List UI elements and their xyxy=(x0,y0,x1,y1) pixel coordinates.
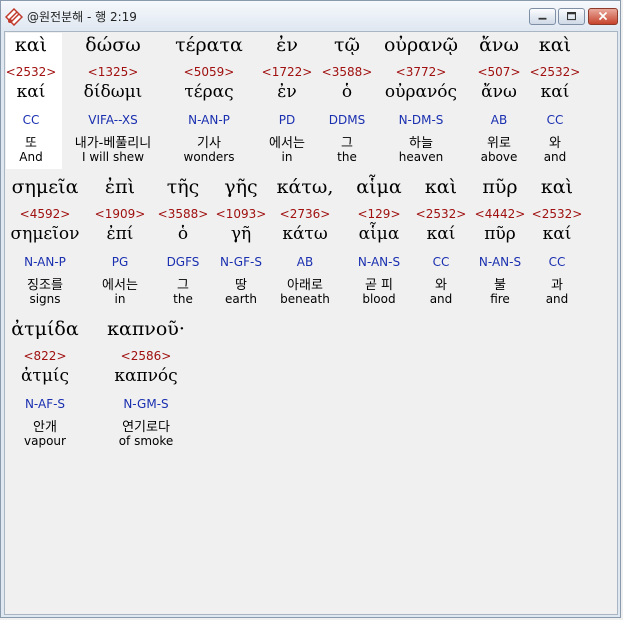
strongs-number: <2532> xyxy=(529,65,581,79)
minimize-button[interactable] xyxy=(529,8,556,25)
greek-word: καὶ xyxy=(540,176,574,198)
greek-word: καὶ xyxy=(538,34,572,56)
maximize-button[interactable] xyxy=(558,8,585,25)
strongs-number: <2586> xyxy=(120,349,172,363)
parse-code: CC xyxy=(548,255,566,269)
english-gloss: and xyxy=(545,292,569,306)
parse-code: N-GM-S xyxy=(123,397,169,411)
app-logo-icon xyxy=(5,8,23,26)
window-title: @원전분해 - 행 2:19 xyxy=(27,10,137,24)
strongs-number: <2532> xyxy=(531,207,583,221)
word-block[interactable]: καὶ <2532> καί CC 과 and xyxy=(497,174,617,312)
close-icon xyxy=(598,11,608,21)
lemma: καπνός xyxy=(114,366,178,386)
interlinear-panel[interactable]: καὶ <2532> καί CC 또 And δώσω <1325> δίδωμι VIFA--… xyxy=(4,31,618,615)
lemma: καί xyxy=(542,224,572,244)
minimize-icon xyxy=(538,17,547,20)
korean-gloss: 와 xyxy=(549,136,561,151)
title-bar[interactable]: @원전분해 - 행 2:19 xyxy=(1,1,620,31)
word-block[interactable]: καπνοῦ· <2586> καπνός N-GM-S 연기로다 of smoke xyxy=(86,316,206,454)
greek-word: καπνοῦ· xyxy=(107,318,185,340)
english-gloss: and xyxy=(543,150,567,164)
app-window: @원전분해 - 행 2:19 καὶ <2532> καί CC 또 And δώσω <13… xyxy=(0,0,621,618)
korean-gloss: 과 xyxy=(551,278,563,293)
maximize-icon xyxy=(567,12,576,21)
english-gloss: of smoke xyxy=(118,434,174,448)
lemma: καί xyxy=(540,82,570,102)
parse-code: CC xyxy=(546,113,564,127)
close-button[interactable] xyxy=(588,8,618,25)
korean-gloss: 연기로다 xyxy=(122,420,170,435)
word-block[interactable]: καὶ <2532> καί CC 와 and xyxy=(495,32,615,170)
